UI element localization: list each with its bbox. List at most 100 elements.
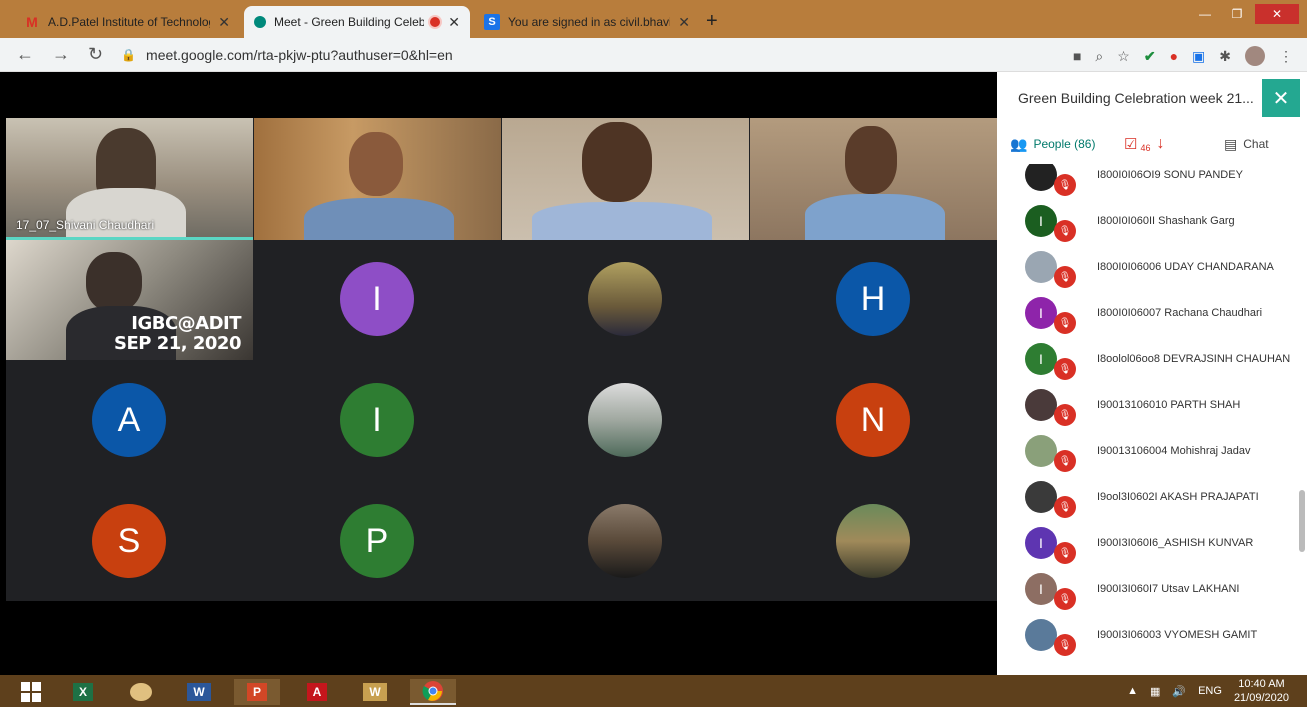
tab-title: A.D.Patel Institute of Technology (48, 15, 211, 29)
check-extension-icon[interactable]: ✔ (1144, 48, 1156, 65)
mic-off-icon: 🎙 (1054, 404, 1076, 426)
people-icon: 👥 (1010, 135, 1028, 152)
url-text[interactable]: meet.google.com/rta-pkjw-ptu?authuser=0&… (146, 47, 453, 63)
panel-tabs: 👥 People (86) ☑ 46 ↓ ▤ Chat (997, 124, 1307, 164)
windows-start-icon[interactable] (8, 679, 54, 705)
video-tile-2[interactable] (254, 118, 501, 240)
lock-icon[interactable]: 🔒 (121, 48, 136, 62)
tab-signed-in[interactable]: S You are signed in as civil.bhavin ✕ (474, 6, 700, 38)
list-item[interactable]: 🎙 I9ool3I0602I AKASH PRAJAPATI (997, 474, 1297, 520)
gmail-icon: M (26, 14, 38, 30)
3d-extension-icon[interactable]: ▣ (1192, 48, 1205, 65)
avatar-letter: N (860, 400, 886, 439)
participant-avatar[interactable]: I (340, 383, 414, 457)
avatar-letter: I (372, 400, 382, 439)
list-item[interactable]: 🎙 I800I0I06006 UDAY CHANDARANA (997, 244, 1297, 290)
tray-expand-icon[interactable]: ▲ (1127, 685, 1138, 697)
back-icon[interactable]: ← (16, 44, 34, 65)
new-tab-button[interactable]: + (706, 10, 718, 33)
clock-date: 21/09/2020 (1233, 692, 1289, 704)
participant-photo-avatar[interactable] (588, 262, 662, 336)
camera-icon[interactable]: ■ (1073, 48, 1081, 64)
video-tile-shivani[interactable]: 17_07_Shivani Chaudhari (6, 118, 253, 240)
close-tab-icon[interactable]: ✕ (218, 14, 230, 31)
participant-name: I800I0I06007 Rachana Chaudhari (1097, 307, 1263, 319)
puzzle-icon[interactable]: ✱ (1219, 48, 1231, 65)
participant-avatar[interactable]: N (836, 383, 910, 457)
powerpoint-icon[interactable]: P (234, 679, 280, 705)
participant-photo-avatar[interactable] (588, 504, 662, 578)
participant-avatar (1025, 481, 1057, 513)
restore-icon[interactable]: ❐ (1223, 4, 1251, 24)
zoom-icon[interactable]: ⌕ (1095, 48, 1103, 65)
profile-avatar[interactable] (1245, 46, 1265, 66)
person-head (86, 252, 142, 312)
participant-avatar[interactable]: I (340, 262, 414, 336)
list-item[interactable]: 🎙 I90013106010 PARTH SHAH (997, 382, 1297, 428)
participant-avatar[interactable]: S (92, 504, 166, 578)
scrollbar[interactable] (1299, 490, 1305, 552)
excel-icon[interactable]: X (60, 679, 106, 705)
close-panel-button[interactable]: ✕ (1262, 79, 1300, 117)
meeting-title: Green Building Celebration week 21... (1018, 90, 1254, 106)
clock-time: 10:40 AM (1238, 678, 1285, 690)
list-item[interactable]: I 🎙 I800I0I060II Shashank Garg (997, 198, 1297, 244)
mic-off-icon: 🎙 (1054, 450, 1076, 472)
reload-icon[interactable]: ↻ (88, 44, 103, 65)
igbc-watermark: IGBC@ADIT SEP 21, 2020 (114, 314, 241, 354)
close-tab-icon[interactable]: ✕ (448, 14, 460, 31)
minimize-icon[interactable]: — (1191, 4, 1219, 24)
list-item[interactable]: I 🎙 I900I3I060I6_ASHISH KUNVAR (997, 520, 1297, 566)
forward-icon[interactable]: → (52, 44, 70, 65)
participant-name: I800I0I06006 UDAY CHANDARANA (1097, 261, 1274, 273)
tab-people[interactable]: 👥 People (86) (1010, 136, 1095, 153)
tab-meet[interactable]: Meet - Green Building Celeb ✕ (244, 6, 470, 38)
mic-off-icon: 🎙 (1054, 312, 1076, 334)
tab-tasks[interactable]: ☑ 46 ↓ (1124, 135, 1164, 153)
participant-name: I9ool3I0602I AKASH PRAJAPATI (1097, 491, 1259, 503)
acrobat-icon[interactable]: A (294, 679, 340, 705)
menu-icon[interactable]: ⋮ (1279, 48, 1293, 65)
recording-icon (430, 17, 441, 27)
tab-gmail[interactable]: M A.D.Patel Institute of Technology ✕ (14, 6, 240, 38)
participant-photo-avatar[interactable] (836, 504, 910, 578)
participant-avatar[interactable]: A (92, 383, 166, 457)
list-item[interactable]: 🎙 I900I3I06003 VYOMESH GAMIT (997, 612, 1297, 658)
list-item[interactable]: 🎙 I90013106004 Mohishraj Jadav (997, 428, 1297, 474)
browser-tab-strip: M A.D.Patel Institute of Technology ✕ Me… (0, 0, 1307, 38)
chrome-icon[interactable] (410, 679, 456, 705)
participant-name: I90013106004 Mohishraj Jadav (1097, 445, 1251, 457)
participant-avatar[interactable]: P (340, 504, 414, 578)
bookmark-star-icon[interactable]: ☆ (1117, 48, 1130, 65)
language-indicator[interactable]: ENG (1198, 685, 1222, 697)
apple-extension-icon[interactable]: ● (1170, 48, 1178, 64)
list-item[interactable]: 🎙 I800I0I06OI9 SONU PANDEY (997, 164, 1297, 198)
close-window-icon[interactable]: ✕ (1255, 4, 1299, 24)
list-item[interactable]: I 🎙 I900I3I060I7 Utsav LAKHANI (997, 566, 1297, 612)
close-tab-icon[interactable]: ✕ (678, 14, 690, 31)
clock[interactable]: 10:40 AM 21/09/2020 (1234, 677, 1289, 705)
mic-off-icon: 🎙 (1054, 634, 1076, 656)
list-item[interactable]: I 🎙 I8oolol06oo8 DEVRAJSINH CHAUHAN (997, 336, 1297, 382)
participant-photo-avatar[interactable] (588, 383, 662, 457)
video-tile-3[interactable] (502, 118, 749, 240)
avatar-letter: S (117, 521, 141, 560)
address-bar[interactable]: 🔒 meet.google.com/rta-pkjw-ptu?authuser=… (121, 47, 453, 63)
video-tile-4[interactable] (750, 118, 997, 240)
paint-icon[interactable] (118, 679, 164, 705)
checkbox-icon: ☑ (1124, 136, 1138, 153)
extension-icons: ■ ⌕ ☆ ✔ ● ▣ ✱ ⋮ (1073, 46, 1293, 66)
participant-avatar (1025, 389, 1057, 421)
browser-toolbar: ← → ↻ 🔒 meet.google.com/rta-pkjw-ptu?aut… (0, 38, 1307, 72)
participant-avatar: I (1025, 527, 1057, 559)
video-tile-igbc[interactable]: IGBC@ADIT SEP 21, 2020 (6, 240, 253, 360)
person-head (349, 132, 403, 196)
network-icon[interactable]: ▦ (1150, 685, 1160, 698)
participant-avatar[interactable]: H (836, 262, 910, 336)
wordpad-icon[interactable]: W (352, 679, 398, 705)
tab-chat[interactable]: ▤ Chat (1224, 136, 1269, 153)
chat-tab-label: Chat (1243, 137, 1269, 151)
word-icon[interactable]: W (176, 679, 222, 705)
volume-icon[interactable]: 🔊 (1172, 685, 1186, 698)
list-item[interactable]: I 🎙 I800I0I06007 Rachana Chaudhari (997, 290, 1297, 336)
